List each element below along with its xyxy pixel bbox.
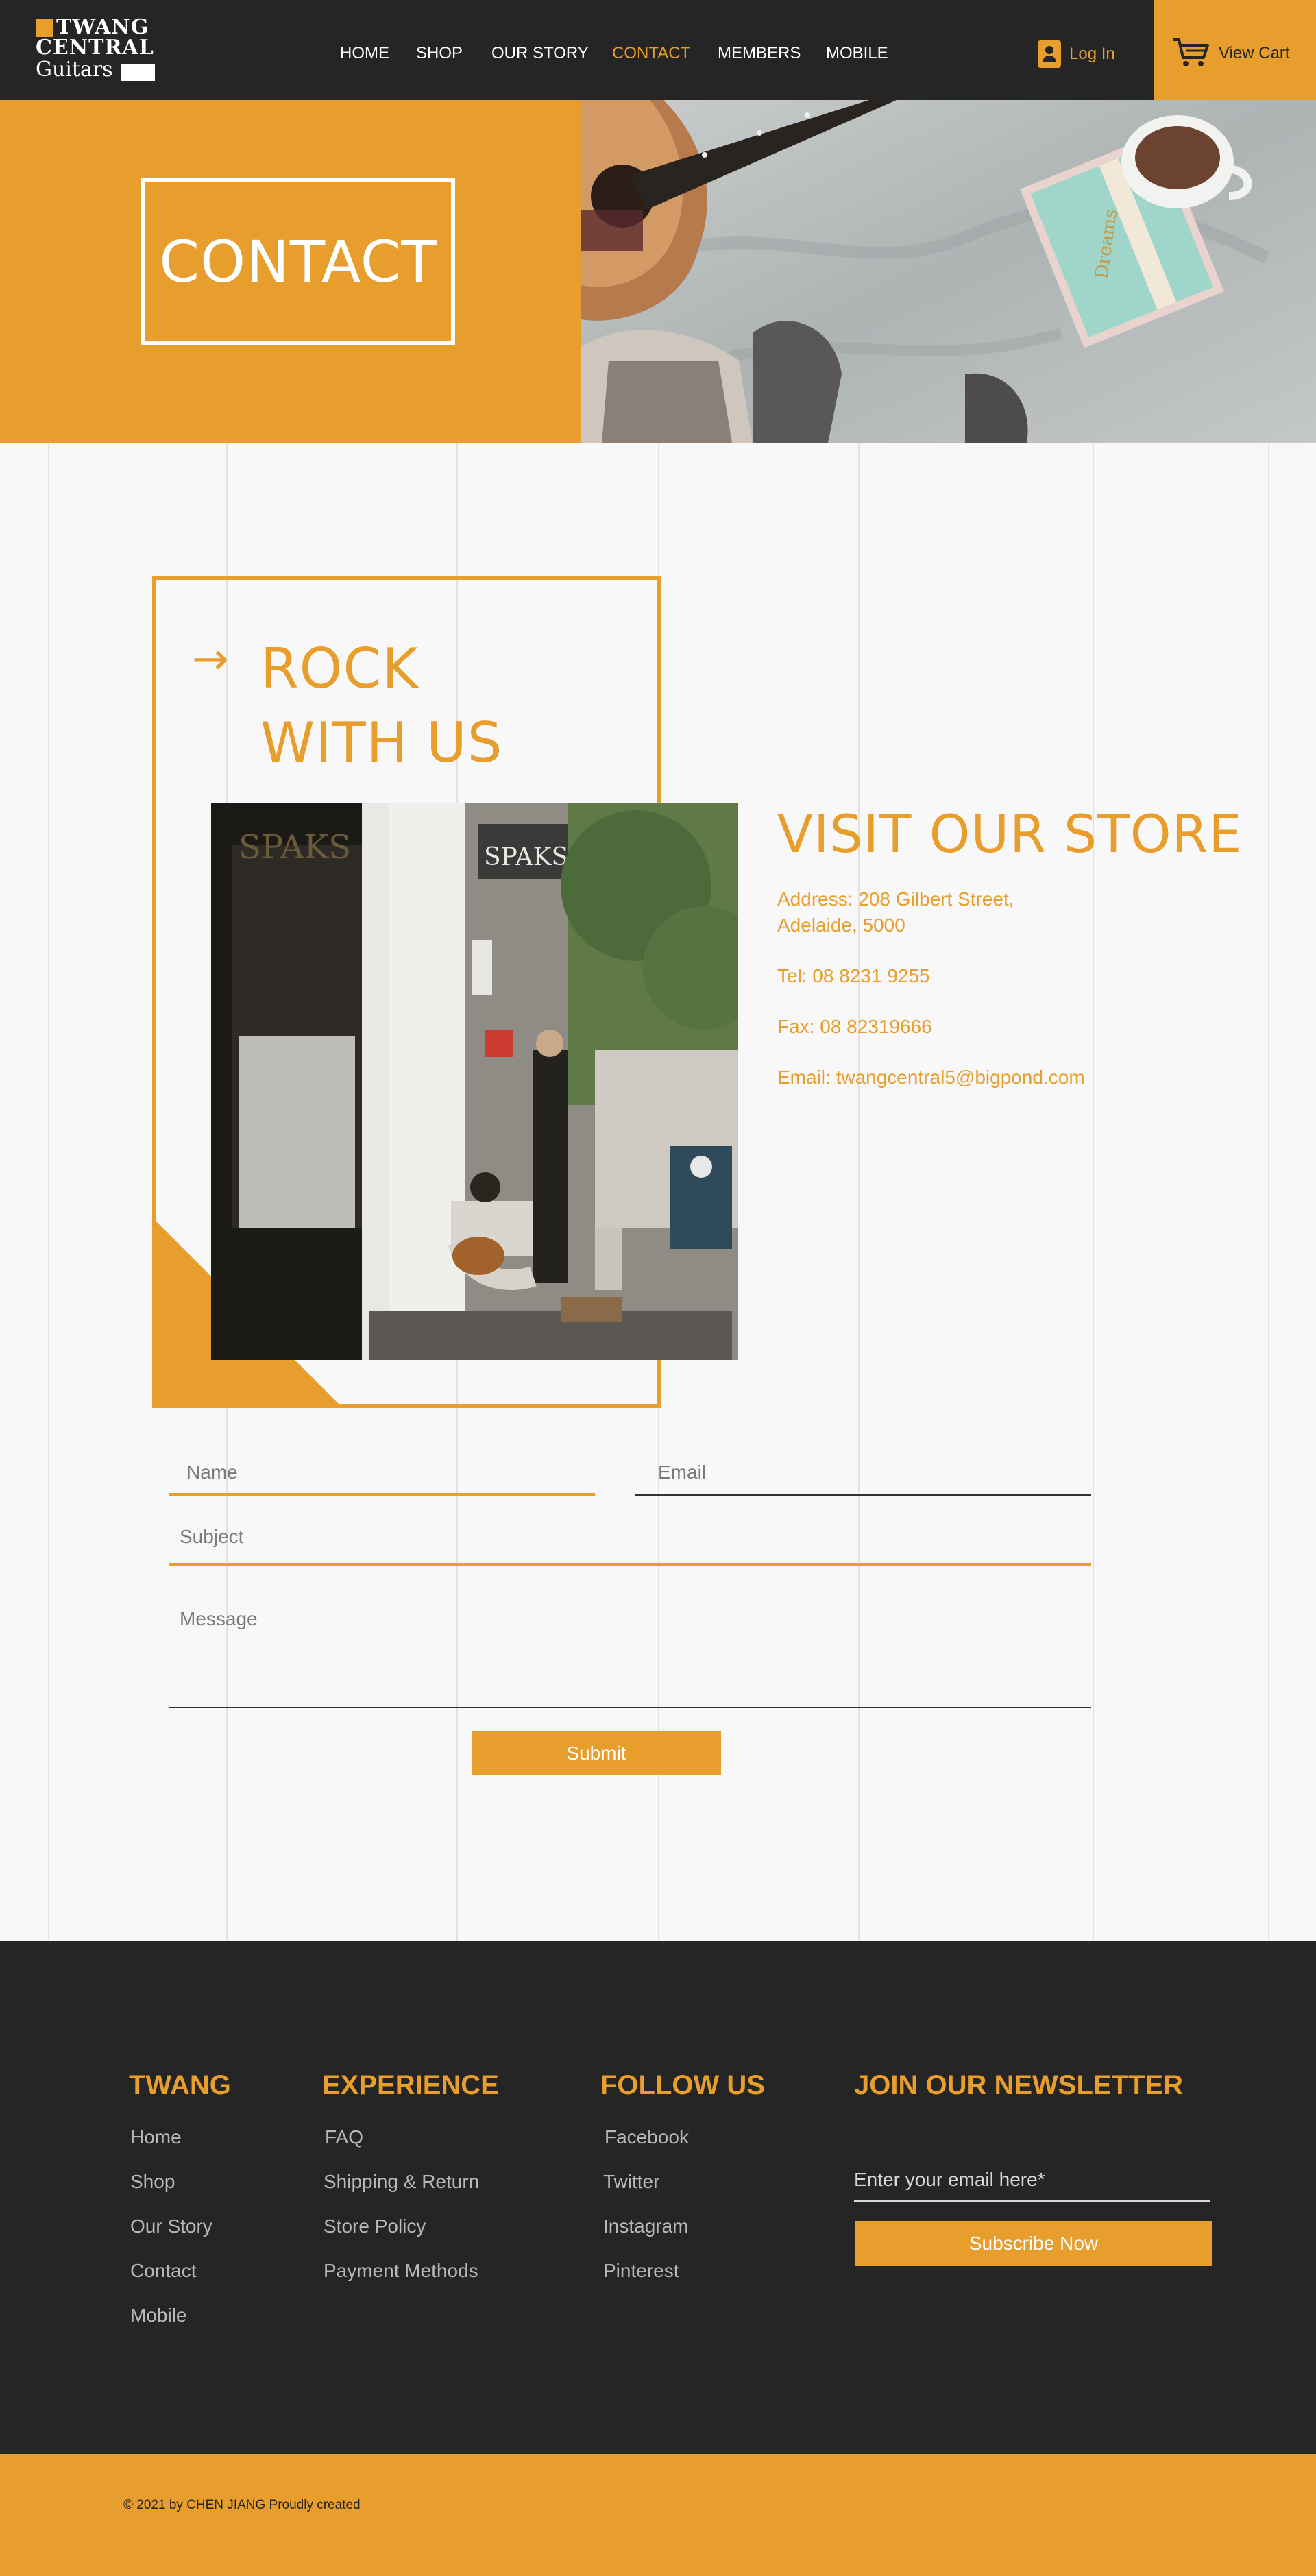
visit-store-title: VISIT OUR STORE — [777, 803, 1243, 864]
newsletter-title: JOIN OUR NEWSLETTER — [854, 2070, 1184, 2100]
nav-members[interactable]: MEMBERS — [718, 44, 801, 63]
grid-line — [858, 443, 860, 1941]
login-button[interactable]: Log In — [1038, 40, 1115, 69]
footer-link-facebook[interactable]: Facebook — [605, 2126, 689, 2148]
store-address-line-2: Adelaide, 5000 — [777, 914, 905, 936]
message-underline — [169, 1707, 1091, 1708]
rock-title-line-2: WITH US — [260, 711, 503, 775]
store-email[interactable]: Email: twangcentral5@bigpond.com — [777, 1065, 1085, 1090]
subject-underline — [169, 1563, 1091, 1566]
rock-title-line-1: ROCK — [260, 637, 419, 701]
subject-field[interactable] — [180, 1523, 1071, 1551]
footer-link-payment[interactable]: Payment Methods — [324, 2260, 478, 2282]
arrow-right-icon: → — [192, 634, 229, 685]
logo-square — [36, 19, 53, 37]
guitar-coffee-blanket-photo: Dreams — [581, 100, 1316, 443]
svg-text:SPAKS: SPAKS — [484, 843, 568, 871]
submit-button[interactable]: Submit — [472, 1731, 721, 1775]
bottom-bar — [0, 2454, 1316, 2576]
newsletter-email-input[interactable] — [854, 2166, 1210, 2194]
nav-home[interactable]: HOME — [340, 44, 389, 63]
footer-experience-title: EXPERIENCE — [322, 2070, 499, 2100]
subscribe-button[interactable]: Subscribe Now — [855, 2221, 1212, 2266]
name-field[interactable] — [186, 1459, 584, 1486]
login-label: Log In — [1069, 45, 1115, 63]
hero-title-box: CONTACT — [141, 178, 455, 345]
store-tel: Tel: 08 8231 9255 — [777, 965, 930, 986]
copyright-text: © 2021 by CHEN JIANG Proudly created — [123, 2498, 361, 2512]
footer-link-instagram[interactable]: Instagram — [603, 2215, 689, 2237]
svg-text:SPAKS: SPAKS — [239, 828, 351, 866]
email-field[interactable] — [658, 1459, 1083, 1486]
page-title: CONTACT — [159, 228, 437, 295]
logo-line-3: Guitars — [36, 58, 113, 82]
street-busker-storefront-photo: SPAKS SPAKS — [211, 803, 738, 1360]
footer-link-shipping[interactable]: Shipping & Return — [324, 2171, 479, 2193]
email-underline — [635, 1494, 1091, 1496]
cart-icon — [1173, 38, 1209, 66]
footer-link-shop[interactable]: Shop — [130, 2171, 175, 2193]
nav-our-story[interactable]: OUR STORY — [491, 44, 589, 63]
user-icon — [1038, 40, 1061, 68]
message-field[interactable] — [180, 1608, 1071, 1697]
footer-link-pinterest[interactable]: Pinterest — [603, 2260, 679, 2282]
nav-contact[interactable]: CONTACT — [612, 44, 690, 63]
logo-line-2: CENTRAL — [36, 36, 154, 60]
view-cart-button[interactable]: View Cart — [1154, 0, 1316, 100]
rock-title: ROCK WITH US — [260, 632, 502, 780]
name-underline — [169, 1493, 595, 1496]
grid-line — [1268, 443, 1269, 1941]
store-address-line-1: Address: 208 Gilbert Street, — [777, 888, 1014, 910]
footer-link-our-story[interactable]: Our Story — [130, 2215, 212, 2237]
nav-mobile[interactable]: MOBILE — [826, 44, 888, 63]
footer-link-home[interactable]: Home — [130, 2126, 182, 2148]
footer-link-twitter[interactable]: Twitter — [603, 2171, 659, 2193]
store-photo: SPAKS SPAKS — [211, 803, 738, 1360]
footer-link-faq[interactable]: FAQ — [325, 2126, 363, 2148]
footer-link-contact[interactable]: Contact — [130, 2260, 197, 2282]
nav-shop[interactable]: SHOP — [416, 44, 463, 63]
footer-follow-title: FOLLOW US — [600, 2070, 765, 2100]
store-fax: Fax: 08 82319666 — [777, 1016, 932, 1037]
footer-twang-title: TWANG — [129, 2070, 231, 2100]
site-logo[interactable]: TWANG CENTRAL Guitars — [36, 16, 159, 82]
hero-photo: Dreams — [581, 100, 1316, 443]
footer-link-mobile[interactable]: Mobile — [130, 2305, 186, 2326]
grid-line — [48, 443, 49, 1941]
footer-link-store-policy[interactable]: Store Policy — [324, 2215, 426, 2237]
site-footer — [0, 1941, 1316, 2454]
site-header: TWANG CENTRAL Guitars HOME SHOP OUR STOR… — [0, 0, 1316, 100]
logo-bar — [121, 64, 155, 81]
newsletter-underline — [854, 2200, 1210, 2202]
grid-line — [1093, 443, 1094, 1941]
cart-label: View Cart — [1219, 44, 1290, 62]
